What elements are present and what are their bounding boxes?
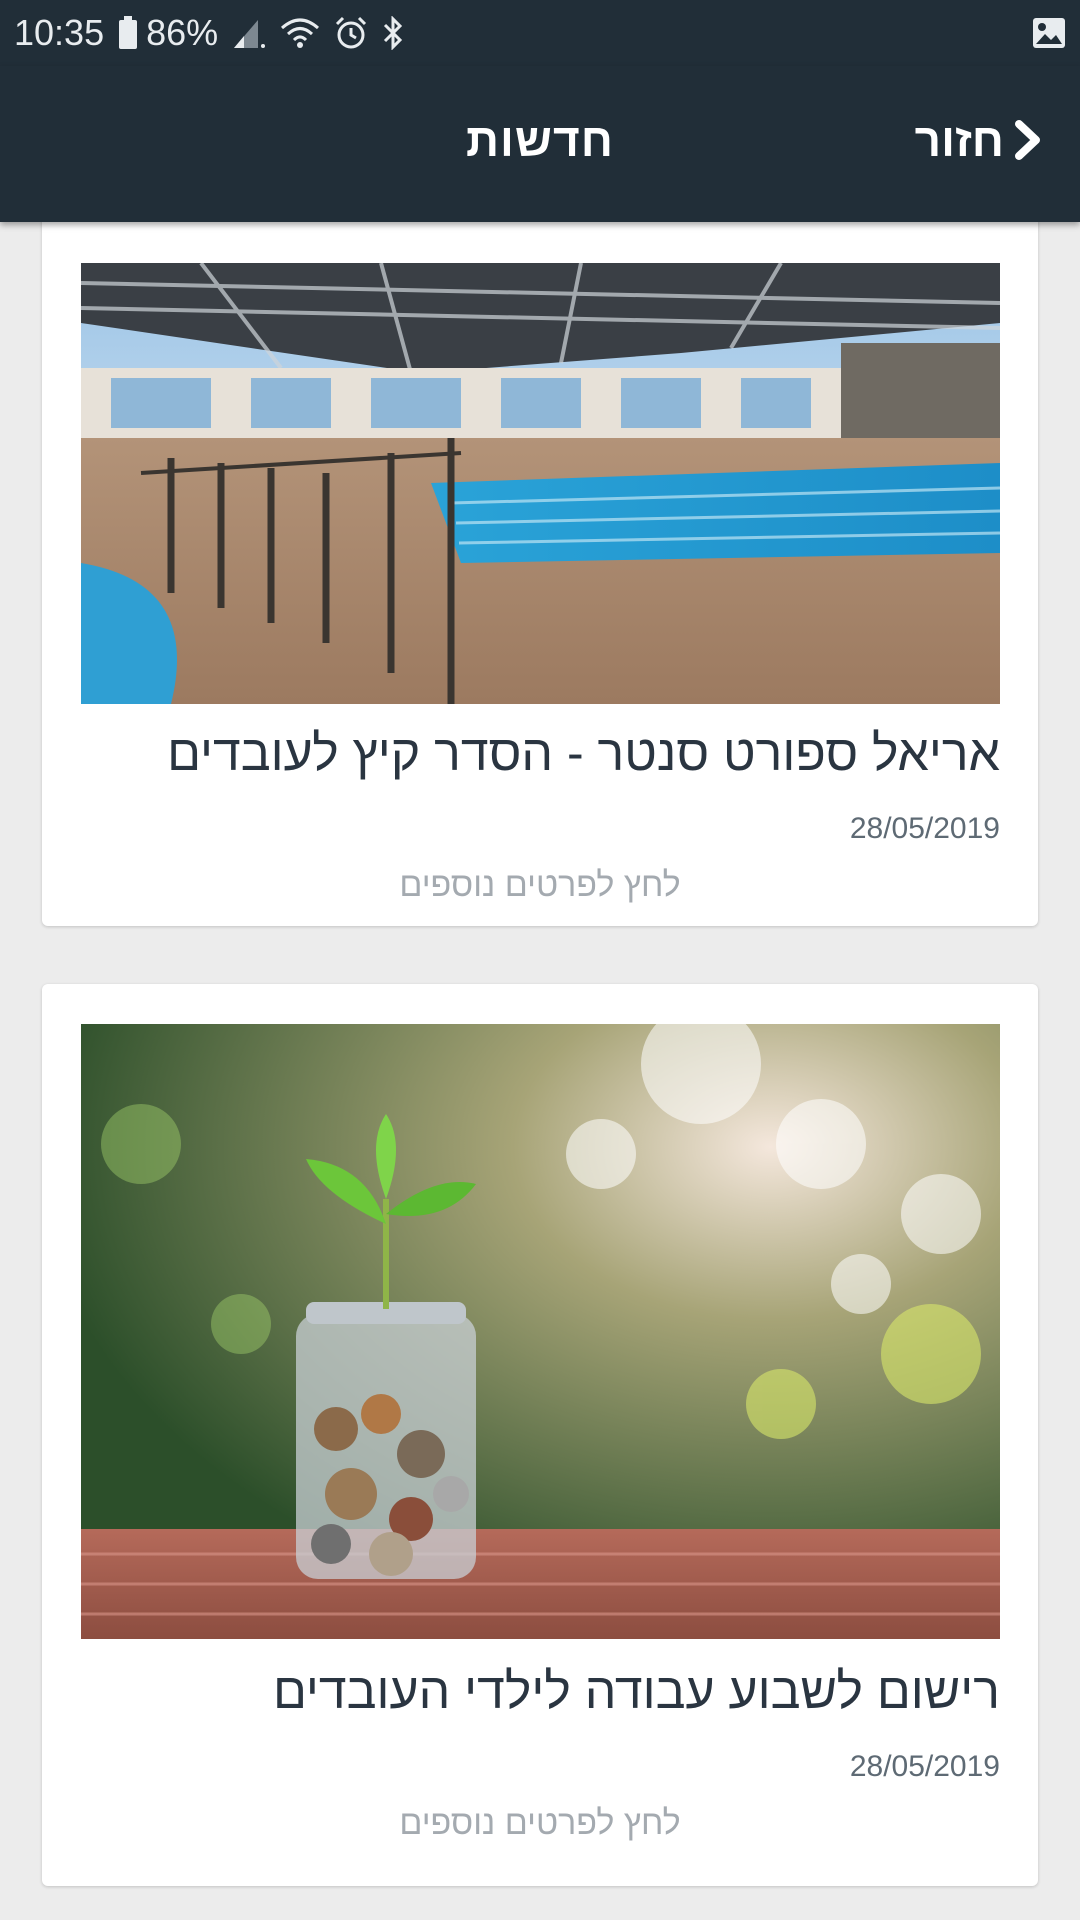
article-date: 28/05/2019 bbox=[849, 812, 1000, 845]
status-bar-left: 10:35 86% bbox=[14, 10, 404, 56]
app-bar: חדשות חזור bbox=[0, 66, 1080, 222]
news-feed[interactable]: אריאל ספורט סנטר - הסדר קיץ לעובדים 28/0… bbox=[0, 222, 1080, 1920]
image-notification-icon bbox=[1032, 17, 1066, 49]
article-image[interactable] bbox=[81, 263, 1000, 704]
alarm-icon bbox=[334, 16, 368, 50]
article-title[interactable]: אריאל ספורט סנטר - הסדר קיץ לעובדים bbox=[81, 722, 1000, 784]
bluetooth-icon bbox=[382, 16, 404, 50]
back-label: חזור bbox=[914, 114, 1004, 166]
news-card[interactable]: אריאל ספורט סנטר - הסדר קיץ לעובדים 28/0… bbox=[42, 222, 1038, 926]
news-card[interactable]: רישום לשבוע עבודה לילדי העובדים 28/05/20… bbox=[42, 984, 1038, 1886]
signal-icon bbox=[232, 16, 266, 50]
battery-icon bbox=[118, 16, 138, 50]
article-title[interactable]: רישום לשבוע עבודה לילדי העובדים bbox=[81, 1660, 1000, 1722]
article-date: 28/05/2019 bbox=[849, 1750, 1000, 1783]
status-bar-right bbox=[1032, 12, 1066, 54]
status-bar: 10:35 86% bbox=[0, 0, 1080, 66]
status-time: 10:35 bbox=[14, 12, 105, 53]
more-details-link[interactable]: לחץ לפרטים נוספים bbox=[42, 1804, 1038, 1843]
wifi-icon bbox=[280, 16, 320, 50]
battery-percent: 86% bbox=[146, 12, 219, 53]
article-image[interactable] bbox=[81, 1024, 1000, 1639]
chevron-right-icon bbox=[1014, 120, 1042, 160]
back-button[interactable]: חזור bbox=[915, 66, 1042, 214]
more-details-link[interactable]: לחץ לפרטים נוספים bbox=[42, 866, 1038, 905]
